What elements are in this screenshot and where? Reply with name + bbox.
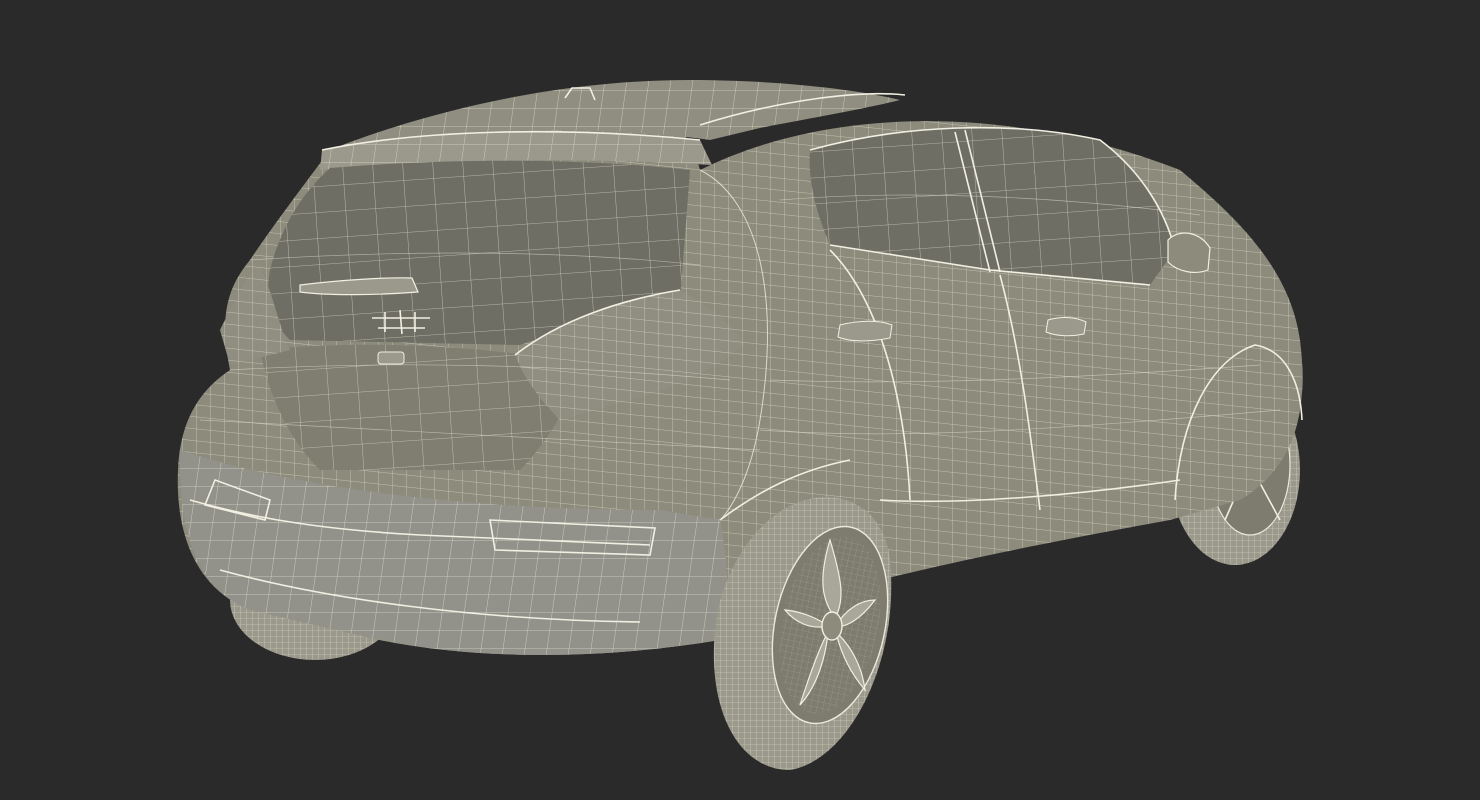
viewport [0, 0, 1480, 800]
wireframe-car-render [177, 80, 1303, 770]
